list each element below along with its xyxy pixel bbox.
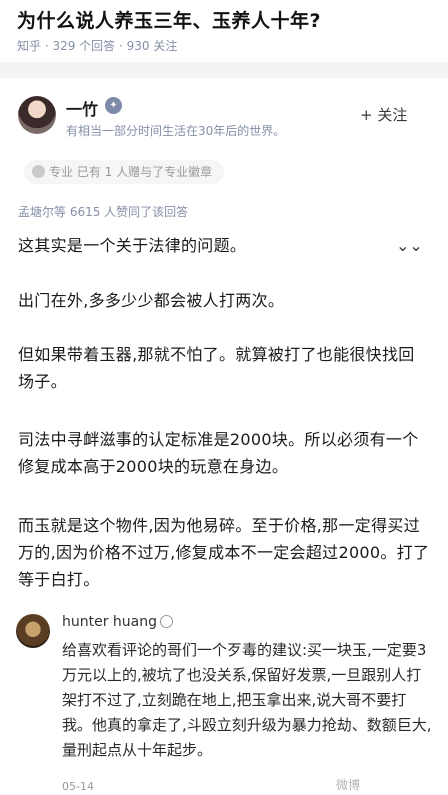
author-row: 一竹 ✦ 有相当一部分时间生活在30年后的世界。 + 关注	[0, 88, 448, 148]
comment-author-name: hunter huang	[62, 614, 158, 630]
question-title: 为什么说人养玉三年、玉养人十年?	[17, 10, 322, 32]
professional-tag[interactable]: 专业 已有 1 人赠与了专业徽章	[24, 160, 225, 184]
author-bio: 有相当一部分时间生活在30年后的世界。	[66, 124, 286, 138]
author-name[interactable]: 一竹	[66, 96, 98, 120]
professional-tag-label: 专业 已有 1 人赠与了专业徽章	[49, 165, 213, 179]
author-avatar[interactable]	[18, 96, 56, 134]
answer-paragraph: 但如果带着玉器,那就不怕了。就算被打了也能很快找回场子。	[18, 345, 415, 391]
medal-icon	[32, 165, 45, 178]
answer-paragraph: 出门在外,多多少少都会被人打两次。	[18, 291, 285, 310]
user-badge-icon	[160, 615, 174, 628]
comment-text: 给喜欢看评论的哥们一个歹毒的建议:买一块玉,一定要3万元以上的,被坑了也没关系,…	[62, 641, 432, 759]
section-divider	[0, 62, 448, 78]
comment-author[interactable]: hunter huang	[62, 614, 174, 630]
follow-button[interactable]: + 关注	[360, 104, 407, 125]
comment-date: 05-14	[62, 780, 94, 793]
vote-summary: 孟塘尔等 6615 人赞同了该回答	[18, 205, 189, 219]
answer-paragraph: 这其实是一个关于法律的问题。	[18, 236, 247, 255]
comment-avatar[interactable]	[16, 614, 50, 648]
answer-paragraph: 司法中寻衅滋事的认定标准是2000块。所以必须有一个修复成本高于2000块的玩意…	[18, 430, 419, 476]
question-meta: 知乎 · 329 个回答 · 930 关注	[17, 39, 178, 53]
weibo-watermark: 微博	[336, 778, 361, 792]
verified-badge-icon: ✦	[105, 97, 122, 114]
answer-paragraph: 而玉就是这个物件,因为他易碎。至于价格,那一定得买过万的,因为价格不过万,修复成…	[18, 516, 430, 589]
